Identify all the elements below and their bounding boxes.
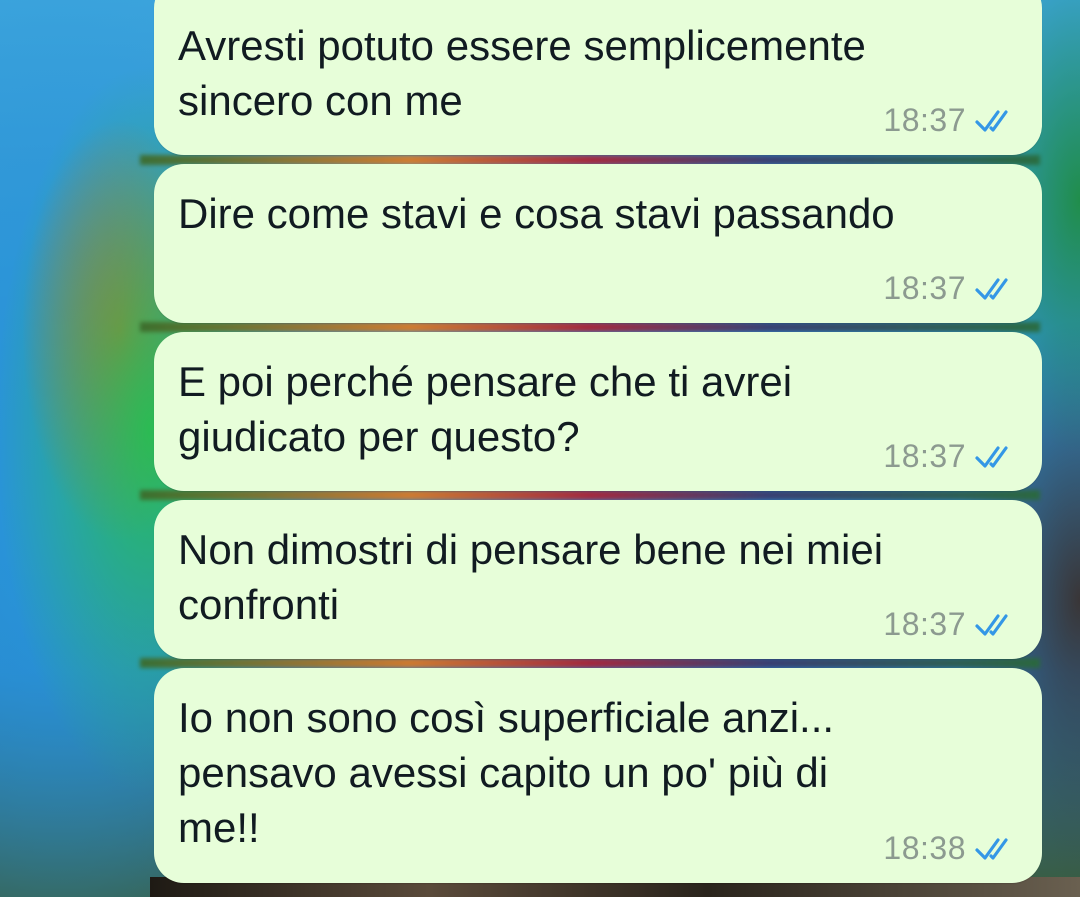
outgoing-message[interactable]: Io non sono così superficiale anzi... pe… [154,668,1042,883]
outgoing-message[interactable]: Avresti potuto essere semplicemente sinc… [154,0,1042,155]
message-meta: 18:37 [883,102,1018,139]
message-meta: 18:37 [883,606,1018,643]
double-check-read-icon [975,837,1008,860]
wallpaper-detail [140,658,1040,668]
message-timestamp: 18:37 [883,438,966,474]
message-text: Dire come stavi e cosa stavi passando [178,190,895,237]
double-check-read-icon [975,109,1008,132]
message-timestamp: 18:38 [883,830,966,866]
message-timestamp: 18:37 [883,606,966,642]
double-check-read-icon [975,277,1008,300]
double-check-read-icon [975,613,1008,636]
outgoing-message[interactable]: E poi perché pensare che ti avrei giudic… [154,332,1042,491]
outgoing-message[interactable]: Dire come stavi e cosa stavi passando 18… [154,164,1042,323]
message-timestamp: 18:37 [883,102,966,138]
outgoing-message[interactable]: Non dimostri di pensare bene nei miei co… [154,500,1042,659]
message-meta: 18:37 [883,438,1018,475]
wallpaper-detail [140,490,1040,500]
wallpaper-detail [140,322,1040,332]
message-timestamp: 18:37 [883,270,966,306]
double-check-read-icon [975,445,1008,468]
message-meta: 18:37 [883,270,1018,307]
message-meta: 18:38 [883,830,1018,867]
